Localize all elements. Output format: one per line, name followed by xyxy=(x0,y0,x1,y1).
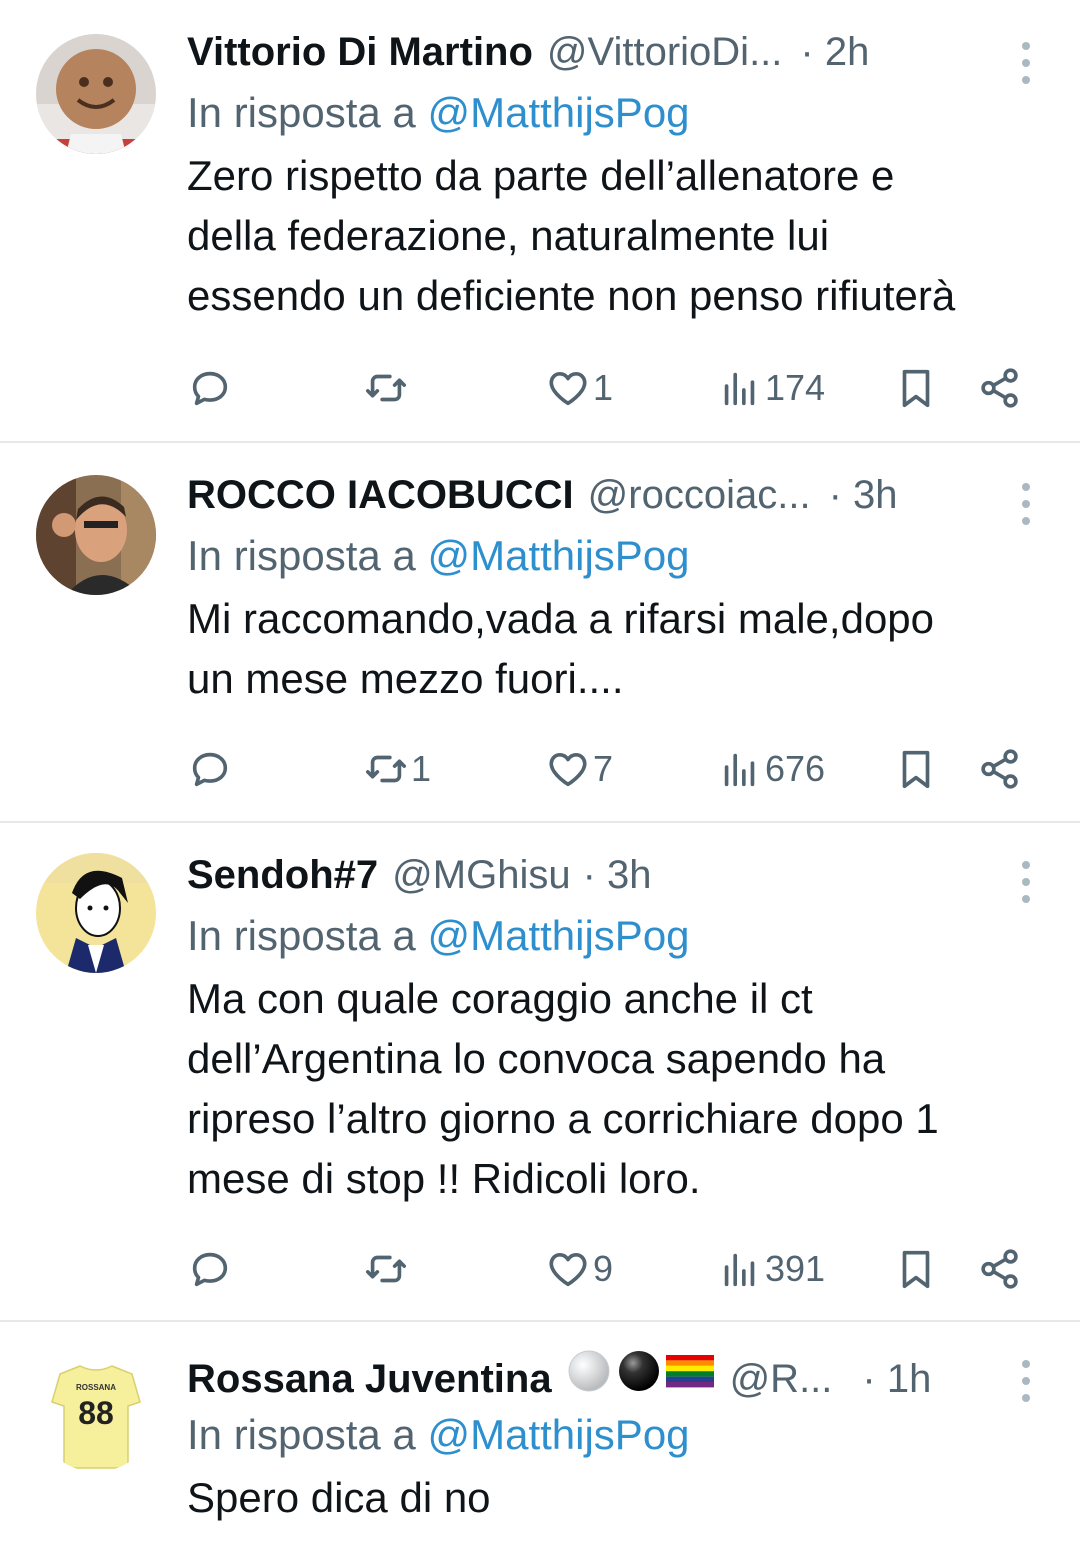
display-name[interactable]: ROCCO IACOBUCCI xyxy=(187,471,574,519)
reply-prefix: In risposta a xyxy=(187,1411,428,1458)
display-name[interactable]: Rossana Juventina xyxy=(187,1355,552,1403)
view-count: 391 xyxy=(765,1248,826,1289)
timestamp[interactable]: · 2h xyxy=(800,28,869,76)
share-button[interactable] xyxy=(977,1239,1023,1299)
like-button[interactable]: 9 xyxy=(545,1239,613,1299)
retweet-icon xyxy=(365,755,407,783)
like-button[interactable]: 1 xyxy=(545,358,613,418)
tweet-text: Mi raccomando,vada a rifarsi male,dopo u… xyxy=(187,589,1050,709)
timestamp[interactable]: · 3h xyxy=(583,851,652,899)
reply-context: In risposta a @MatthijsPog xyxy=(187,531,1050,581)
reply-to-link[interactable]: @MatthijsPog xyxy=(427,912,689,959)
tweet-text-line: Zero rispetto da parte dell’allenatore e xyxy=(187,152,895,199)
tweet-text-line: un mese mezzo fuori.... xyxy=(187,655,624,702)
share-icon xyxy=(981,1249,1018,1289)
white-ball-emoji-icon xyxy=(564,1350,614,1403)
tweet-text-line: essendo un deficiente non penso rifiuter… xyxy=(187,272,956,319)
reply-icon xyxy=(192,371,228,406)
view-count: 174 xyxy=(765,367,826,408)
display-name[interactable]: Sendoh#7 xyxy=(187,851,378,899)
reply-to-link[interactable]: @MatthijsPog xyxy=(427,1411,689,1458)
avatar[interactable] xyxy=(36,475,156,595)
reply-to-link[interactable]: @MatthijsPog xyxy=(427,89,689,136)
action-bar: 9 391 xyxy=(187,1239,1037,1299)
share-icon xyxy=(981,749,1018,789)
tweet-2[interactable]: ROCCO IACOBUCCI @roccoiac... · 3h In ris… xyxy=(0,443,1080,823)
bookmark-icon xyxy=(902,369,930,408)
views-button[interactable]: 391 xyxy=(717,1239,825,1299)
reply-context: In risposta a @MatthijsPog xyxy=(187,1410,1050,1460)
reply-to-link[interactable]: @MatthijsPog xyxy=(427,532,689,579)
reply-button[interactable] xyxy=(187,358,235,418)
jersey-number: 88 xyxy=(78,1395,114,1431)
heart-icon xyxy=(549,752,587,787)
tweet-text: Ma con quale coraggio anche il ct dell’A… xyxy=(187,969,1050,1209)
user-handle[interactable]: @VittorioDi... xyxy=(547,28,783,76)
reply-prefix: In risposta a xyxy=(187,89,428,136)
tweet-3[interactable]: Sendoh#7 @MGhisu · 3h In risposta a @Mat… xyxy=(0,823,1080,1322)
tweet-text-line: della federazione, naturalmente lui xyxy=(187,212,830,259)
user-handle[interactable]: @MGhisu xyxy=(392,851,570,899)
action-bar: 1 174 xyxy=(187,358,1037,418)
retweet-button[interactable]: 1 xyxy=(363,739,431,799)
tweet-1[interactable]: Vittorio Di Martino @VittorioDi... · 2h … xyxy=(0,0,1080,443)
bookmark-icon xyxy=(902,1250,930,1289)
like-count: 7 xyxy=(593,748,614,789)
bookmark-icon xyxy=(902,750,930,789)
analytics-icon xyxy=(724,753,755,787)
views-button[interactable]: 174 xyxy=(717,358,825,418)
like-button[interactable]: 7 xyxy=(545,739,613,799)
retweet-icon xyxy=(365,1255,407,1283)
rainbow-flag-emoji-icon xyxy=(664,1350,716,1403)
analytics-icon xyxy=(724,1253,755,1287)
reply-icon xyxy=(192,1252,228,1287)
action-bar: 1 7 676 xyxy=(187,739,1037,799)
tweet-4[interactable]: ROSSANA 88 Rossana Juventina @R... · 1h … xyxy=(0,1322,1080,1554)
timestamp[interactable]: · 1h xyxy=(862,1355,931,1403)
user-handle[interactable]: @roccoiac... xyxy=(588,471,811,519)
avatar[interactable]: ROSSANA 88 xyxy=(36,1352,156,1472)
tweet-text-line: mese di stop !! Ridicoli loro. xyxy=(187,1155,701,1202)
tweet-text-line: dell’Argentina lo convoca sapendo ha xyxy=(187,1035,886,1082)
tweet-text: Zero rispetto da parte dell’allenatore e… xyxy=(187,146,1050,326)
tweet-text-line: ripreso l’altro giorno a corrichiare dop… xyxy=(187,1095,939,1142)
user-handle[interactable]: @R... xyxy=(730,1355,833,1403)
reply-prefix: In risposta a xyxy=(187,912,428,959)
reply-icon xyxy=(192,752,228,787)
analytics-icon xyxy=(724,372,755,406)
tweet-text-line: Spero dica di no xyxy=(187,1474,491,1521)
heart-icon xyxy=(549,371,587,406)
avatar[interactable] xyxy=(36,34,156,154)
share-button[interactable] xyxy=(977,358,1023,418)
jersey-name: ROSSANA xyxy=(76,1383,116,1392)
reply-context: In risposta a @MatthijsPog xyxy=(187,911,1050,961)
share-icon xyxy=(981,368,1018,408)
display-name[interactable]: Vittorio Di Martino xyxy=(187,28,533,76)
reply-button[interactable] xyxy=(187,739,235,799)
retweet-button[interactable] xyxy=(363,358,411,418)
views-button[interactable]: 676 xyxy=(717,739,825,799)
avatar[interactable] xyxy=(36,853,156,973)
like-count: 1 xyxy=(593,367,614,408)
bookmark-button[interactable] xyxy=(893,739,939,799)
bookmark-button[interactable] xyxy=(893,1239,939,1299)
heart-icon xyxy=(549,1252,587,1287)
bookmark-button[interactable] xyxy=(893,358,939,418)
tweet-text-line: Ma con quale coraggio anche il ct xyxy=(187,975,813,1022)
like-count: 9 xyxy=(593,1248,614,1289)
retweet-icon xyxy=(365,374,407,402)
tweet-text-line: Mi raccomando,vada a rifarsi male,dopo xyxy=(187,595,935,642)
timestamp[interactable]: · 3h xyxy=(829,471,898,519)
reply-context: In risposta a @MatthijsPog xyxy=(187,88,1050,138)
share-button[interactable] xyxy=(977,739,1023,799)
view-count: 676 xyxy=(765,748,826,789)
retweet-button[interactable] xyxy=(363,1239,411,1299)
reply-button[interactable] xyxy=(187,1239,235,1299)
black-ball-emoji-icon xyxy=(614,1350,664,1403)
retweet-count: 1 xyxy=(411,748,432,789)
reply-prefix: In risposta a xyxy=(187,532,428,579)
tweet-text: Spero dica di no xyxy=(187,1468,1050,1528)
